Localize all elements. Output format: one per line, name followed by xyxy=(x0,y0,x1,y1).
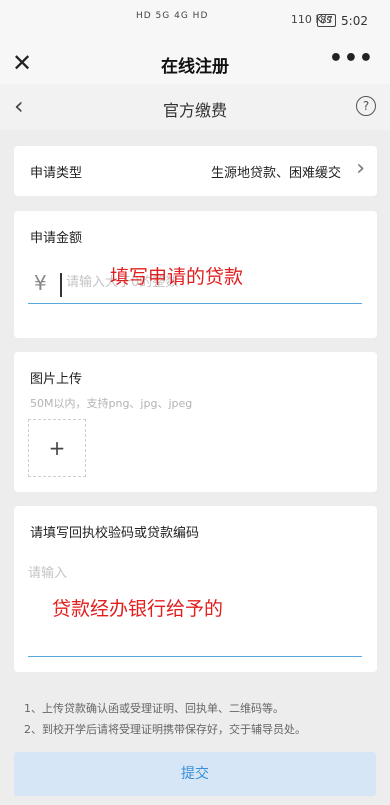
code-label: 请填写回执校验码或贷款编码 xyxy=(30,526,200,541)
code-card: 请填写回执校验码或贷款编码 贷款经办银行给予的 xyxy=(14,506,377,672)
image-upload-hint: 50M以内，支持png、jpg、jpeg xyxy=(30,397,193,410)
status-bar: HD 5G 4G HD 110 K/s 5:02 87 xyxy=(0,0,390,44)
status-time: 5:02 xyxy=(341,14,368,28)
application-type-row[interactable]: 申请类型 生源地贷款、困难缓交 › xyxy=(14,146,377,196)
battery-icon: 87 xyxy=(317,14,336,27)
sub-header: ‹ 官方缴费 ? xyxy=(0,84,390,130)
note-item: 2、到校开学后请将受理证明携带保存好，交于辅导员处。 xyxy=(24,723,306,736)
help-icon[interactable]: ? xyxy=(356,96,376,116)
note-item: 1、上传贷款确认函或受理证明、回执单、二维码等。 xyxy=(24,702,284,715)
image-upload-label: 图片上传 xyxy=(30,372,83,387)
add-image-button[interactable]: + xyxy=(28,419,86,477)
signal-indicators: HD 5G 4G HD xyxy=(136,11,209,21)
notes: 1、上传贷款确认函或受理证明、回执单、二维码等。 2、到校开学后请将受理证明携带… xyxy=(24,698,306,740)
amount-label: 申请金额 xyxy=(30,231,83,246)
amount-annotation: 填写申请的贷款 xyxy=(110,266,244,288)
sub-header-title: 官方缴费 xyxy=(162,101,227,120)
chevron-right-icon: › xyxy=(356,156,365,181)
app-navbar: ✕ 在线注册 ••• xyxy=(0,44,390,84)
amount-card: 申请金额 ¥ 填写申请的贷款 xyxy=(14,211,377,338)
application-type-value: 生源地贷款、困难缓交 xyxy=(210,166,341,181)
text-caret xyxy=(60,273,62,297)
code-annotation: 贷款经办银行给予的 xyxy=(52,598,224,620)
submit-button[interactable]: 提交 xyxy=(14,752,376,796)
more-icon[interactable]: ••• xyxy=(329,46,374,71)
image-upload-card: 图片上传 50M以内，支持png、jpg、jpeg + xyxy=(14,352,377,492)
yen-icon: ¥ xyxy=(34,271,47,295)
application-type-label: 申请类型 xyxy=(30,166,83,181)
